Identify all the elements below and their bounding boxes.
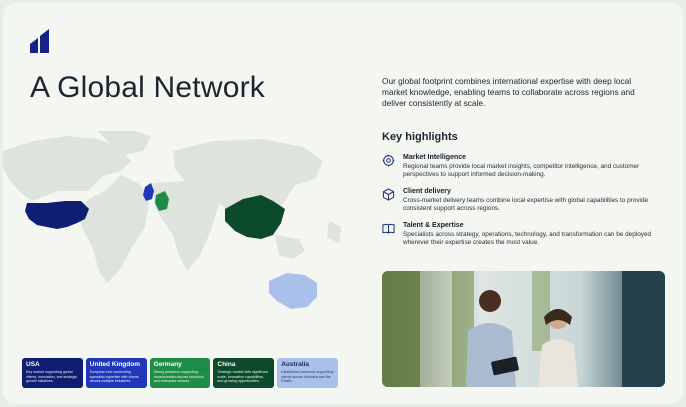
brand-logo-icon xyxy=(30,29,49,53)
highlight-title: Client delivery xyxy=(403,187,451,195)
highlights-list: Market Intelligence Regional teams provi… xyxy=(382,153,662,254)
country-description: European hub connecting specialist exper… xyxy=(89,370,139,384)
global-network-slide: A Global Network USA Key market supporti… xyxy=(3,3,683,404)
country-description: Strong presence supporting transformatio… xyxy=(153,370,204,384)
highlight-item-talent-expertise: Talent & Expertise Specialists across st… xyxy=(382,221,662,248)
highlight-text: Regional teams provide local market insi… xyxy=(403,163,640,179)
highlight-title: Talent & Expertise xyxy=(403,221,464,229)
country-name: China xyxy=(217,361,236,368)
country-card-usa: USA Key market supporting global clients… xyxy=(22,358,83,388)
open-book-icon xyxy=(382,223,395,234)
highlight-text: Cross-market delivery teams combine loca… xyxy=(403,196,649,213)
country-name: Germany xyxy=(153,361,182,368)
highlight-item-market-intelligence: Market Intelligence Regional teams provi… xyxy=(382,153,662,180)
map-australia xyxy=(269,273,317,309)
highlight-item-client-delivery: Client delivery Cross-market delivery te… xyxy=(382,187,662,214)
country-description: Established presence supporting clients … xyxy=(281,370,334,384)
map-usa xyxy=(25,201,89,229)
country-card-germany: Germany Strong presence supporting trans… xyxy=(149,358,211,388)
intro-paragraph: Our global footprint combines internatio… xyxy=(382,76,635,108)
country-name: United Kingdom xyxy=(89,361,140,368)
key-highlights-heading: Key highlights xyxy=(382,131,458,143)
country-cards: USA Key market supporting global clients… xyxy=(22,358,338,388)
country-card-china: China Strategic market with significant … xyxy=(213,358,275,388)
country-description: Key market supporting global clients, in… xyxy=(26,370,78,384)
country-card-uk: United Kingdom European hub connecting s… xyxy=(85,358,147,388)
team-collaboration-photo xyxy=(382,271,665,387)
country-card-australia: Australia Established presence supportin… xyxy=(277,358,338,388)
country-name: Australia xyxy=(281,361,310,368)
country-name: USA xyxy=(26,361,40,368)
highlight-text: Specialists across strategy, operations,… xyxy=(403,230,652,247)
cube-box-icon xyxy=(382,188,395,201)
world-map xyxy=(3,131,341,309)
settings-gear-icon xyxy=(382,154,395,167)
highlight-title: Market Intelligence xyxy=(403,154,467,161)
country-description: Strategic market with significant scale,… xyxy=(217,370,268,384)
page-title: A Global Network xyxy=(30,71,265,104)
